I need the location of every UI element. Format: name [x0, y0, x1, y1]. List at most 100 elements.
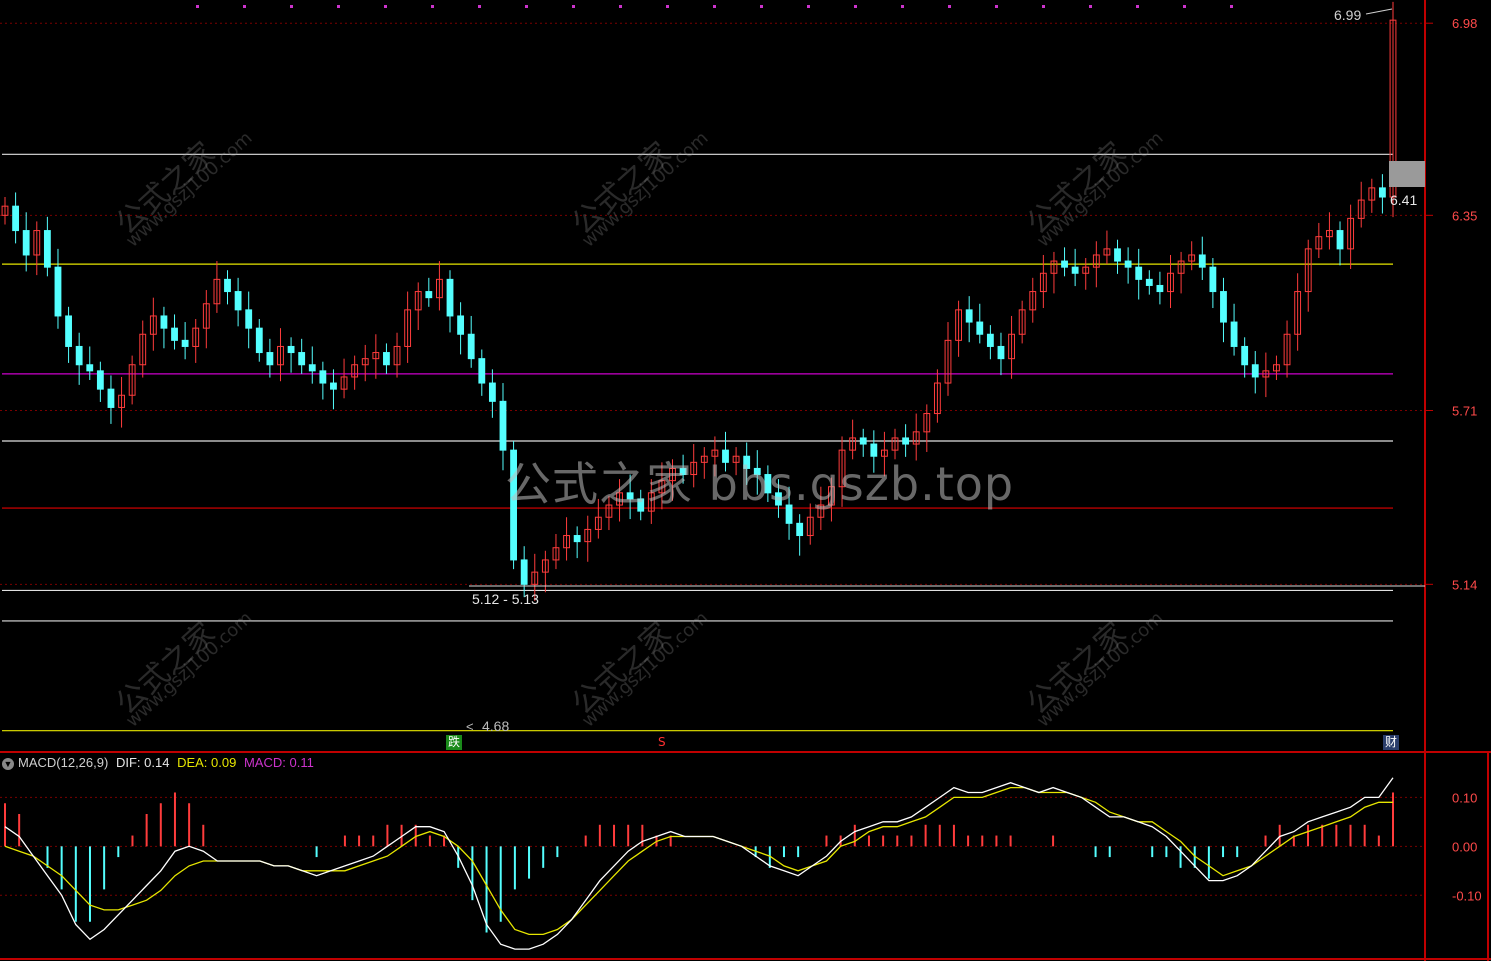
event-dot: [431, 5, 434, 8]
dea-value: 0.09: [211, 755, 237, 770]
event-dot: [1183, 5, 1186, 8]
candle-body: [753, 467, 761, 476]
event-dot: [854, 5, 857, 8]
candle-body: [330, 382, 337, 390]
dea-line: [4, 786, 1393, 936]
candle-body: [1209, 266, 1217, 293]
low-label: 4.68: [482, 718, 509, 734]
candle-body: [775, 492, 782, 506]
event-dot: [619, 5, 622, 8]
candle-body: [764, 474, 772, 494]
macd-value: 0.11: [289, 755, 314, 770]
candle-body: [573, 535, 581, 543]
candle-body: [510, 449, 517, 561]
candle-body: [997, 345, 1005, 360]
price-tick-label: 6.35: [1452, 208, 1477, 223]
candle-body: [181, 339, 189, 347]
macd-tick-label: -0.10: [1452, 888, 1482, 903]
stock-chart[interactable]: 6.98 6.35 5.71 5.14 6.99 6.41 5.12 - 5.13 4.68 <…: [0, 0, 1491, 961]
event-dot: [1230, 5, 1233, 8]
candle-body: [626, 492, 634, 500]
candle-body: [75, 345, 83, 366]
macd-name[interactable]: MACD(12,26,9): [18, 755, 108, 770]
candle-body: [467, 333, 475, 360]
dif-line: [4, 777, 1394, 950]
candle-body: [308, 364, 316, 372]
event-dot: [196, 5, 199, 8]
price-tick-label: 5.71: [1452, 403, 1477, 418]
high-pointer: [1365, 8, 1393, 15]
gap-label: 5.12 - 5.13: [472, 591, 539, 607]
macd-tick-label: 0.10: [1452, 790, 1477, 805]
candle-body: [266, 352, 274, 366]
candle-body: [1061, 260, 1068, 268]
candle-body: [499, 400, 507, 451]
candle-body: [1336, 230, 1344, 250]
candle-body: [319, 370, 327, 384]
event-dot: [666, 5, 669, 8]
event-dot: [243, 5, 246, 8]
candle-body: [637, 498, 645, 512]
macd-label: MACD:: [243, 755, 286, 770]
candle-body: [976, 321, 984, 335]
candle-body: [245, 309, 253, 329]
dif-label: DIF:: [115, 755, 141, 770]
candle-body: [255, 327, 263, 354]
candle-body: [785, 504, 793, 524]
candle-body: [425, 291, 433, 299]
candle-body: [43, 230, 51, 268]
low-arrow-icon: <: [466, 719, 474, 734]
candle-body: [870, 443, 878, 457]
candle-body: [722, 449, 729, 463]
drop-badge[interactable]: 跌: [446, 735, 463, 750]
price-tick-label: 5.14: [1452, 577, 1477, 592]
candle-body: [1071, 266, 1079, 274]
candle-body: [1230, 321, 1238, 347]
finance-badge[interactable]: 财: [1383, 735, 1400, 750]
event-dot: [1136, 5, 1139, 8]
s-marker[interactable]: S: [656, 735, 668, 750]
candle-body: [520, 559, 528, 585]
dea-label: DEA:: [177, 755, 208, 770]
candle-body: [965, 309, 973, 323]
candle-body: [1156, 284, 1164, 293]
candle-body: [224, 278, 231, 293]
event-dot: [337, 5, 340, 8]
candle-body: [488, 382, 496, 402]
candle-body: [54, 266, 62, 317]
candle-body: [287, 345, 295, 354]
candle-body: [478, 358, 486, 384]
candle-body: [171, 327, 178, 341]
candle-body: [1135, 266, 1143, 280]
event-dot: [290, 5, 293, 8]
candle-body: [86, 364, 94, 372]
candle-body: [1198, 254, 1206, 268]
event-dot: [1089, 5, 1092, 8]
event-dot: [572, 5, 575, 8]
candle-body: [298, 352, 306, 366]
event-dot: [478, 5, 481, 8]
chevron-down-icon[interactable]: ▼: [2, 757, 14, 770]
candle-body: [457, 315, 465, 335]
event-dot: [525, 5, 528, 8]
event-dot: [995, 5, 998, 8]
event-dot: [1042, 5, 1045, 8]
candle-body: [902, 437, 910, 445]
event-dot: [760, 5, 763, 8]
candle-body: [22, 230, 30, 256]
candle-body: [234, 291, 242, 311]
event-dot: [713, 5, 716, 8]
candle-body: [986, 333, 994, 347]
candle-body: [1251, 364, 1259, 378]
candle-body: [859, 437, 867, 445]
candle-body: [160, 315, 168, 329]
candle-body: [383, 352, 390, 366]
last-label: 6.41: [1390, 192, 1417, 208]
event-dot: [901, 5, 904, 8]
candle-body: [65, 315, 72, 347]
dif-value: 0.14: [144, 755, 170, 770]
macd-tick-label: 0.00: [1452, 839, 1477, 854]
candle-body: [107, 388, 115, 408]
candle-body: [12, 205, 20, 232]
candle-body: [1145, 278, 1153, 286]
